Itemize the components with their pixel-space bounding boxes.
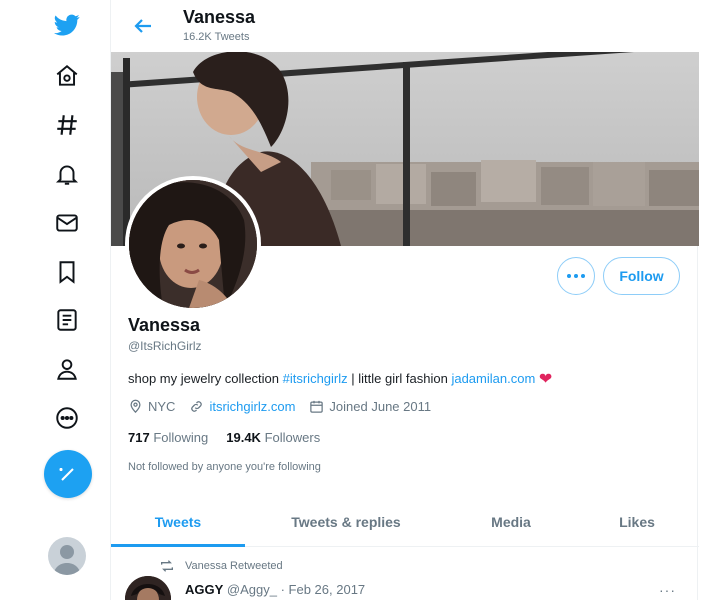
profile-bio: shop my jewelry collection #itsrichgirlz… (128, 369, 552, 389)
header-tweet-count: 16.2K Tweets (183, 31, 250, 43)
calendar-icon (310, 400, 324, 413)
joined-text: Joined June 2011 (329, 399, 432, 414)
tab-media[interactable]: Media (447, 497, 575, 547)
retweet-icon (161, 560, 173, 572)
location-pin-icon (130, 399, 141, 413)
followers-label: Followers (264, 430, 321, 445)
profile-name: Vanessa (128, 315, 201, 335)
location-text: NYC (148, 399, 176, 414)
tweet-author-name[interactable]: AGGY (185, 582, 223, 597)
profile-joined: Joined June 2011 (309, 399, 431, 414)
tab-tweets[interactable]: Tweets (111, 497, 245, 547)
heart-emoji: ❤ (538, 371, 553, 388)
follow-button[interactable]: Follow (603, 257, 680, 295)
active-tab-indicator (111, 544, 245, 547)
bio-hashtag-link[interactable]: #itsrichgirlz (283, 371, 348, 386)
tweet-author-avatar[interactable] (125, 576, 171, 600)
tab-tweets-replies[interactable]: Tweets & replies (245, 497, 447, 547)
twitter-bird-icon[interactable] (45, 3, 89, 47)
link-icon (191, 401, 203, 412)
more-icon[interactable] (45, 396, 89, 440)
bio-website-link[interactable]: jadamilan.com (451, 371, 535, 386)
followed-by-note: Not followed by anyone you're following (128, 461, 321, 473)
home-icon[interactable] (45, 54, 89, 98)
profile-tabs: Tweets Tweets & replies Media Likes (111, 497, 699, 547)
profile-main-column: Vanessa 16.2K Tweets Follow Vanessa @Its… (110, 0, 699, 600)
lists-icon[interactable] (45, 298, 89, 342)
retweet-label: Vanessa Retweeted (185, 560, 283, 572)
bookmarks-icon[interactable] (45, 250, 89, 294)
tweet-date[interactable]: Feb 26, 2017 (289, 582, 366, 597)
messages-envelope-icon[interactable] (45, 201, 89, 245)
compose-tweet-button[interactable] (44, 450, 92, 498)
bio-text: shop my jewelry collection (128, 371, 283, 386)
following-count: 717 (128, 430, 150, 445)
followers-link[interactable]: 19.4K Followers (226, 430, 320, 445)
profile-handle: @ItsRichGirlz (128, 339, 202, 353)
profile-avatar-frame[interactable] (125, 176, 261, 312)
following-link[interactable]: 717 Following (128, 430, 208, 445)
account-avatar[interactable] (48, 537, 86, 575)
website-link[interactable]: itsrichgirlz.com (209, 399, 295, 414)
profile-website: itsrichgirlz.com (189, 399, 295, 414)
profile-meta: NYC itsrichgirlz.com Joined June 2011 (128, 399, 445, 414)
tweet-author-handle[interactable]: @Aggy_ (227, 582, 277, 597)
following-label: Following (153, 430, 209, 445)
tweet-header: AGGY @Aggy_ · Feb 26, 2017 (185, 582, 366, 597)
notifications-bell-icon[interactable] (45, 152, 89, 196)
retweet-context: Vanessa Retweeted (159, 558, 283, 574)
bio-text-mid: | little girl fashion (347, 371, 452, 386)
ellipsis-icon (567, 274, 585, 278)
tab-likes[interactable]: Likes (575, 497, 699, 547)
follow-counts: 717 Following 19.4K Followers (128, 430, 320, 445)
profile-location: NYC (128, 399, 175, 414)
back-arrow-icon[interactable] (131, 14, 155, 38)
tweet-more-icon[interactable]: ··· (659, 582, 676, 598)
profile-header-bar: Vanessa 16.2K Tweets (111, 0, 699, 52)
compose-tweet-icon (59, 468, 74, 481)
profile-icon[interactable] (45, 347, 89, 391)
sidebar-nav (0, 0, 110, 600)
profile-avatar (129, 180, 257, 308)
explore-hashtag-icon[interactable] (45, 103, 89, 147)
more-options-button[interactable] (557, 257, 595, 295)
header-name: Vanessa (183, 7, 256, 27)
followers-count: 19.4K (226, 430, 261, 445)
